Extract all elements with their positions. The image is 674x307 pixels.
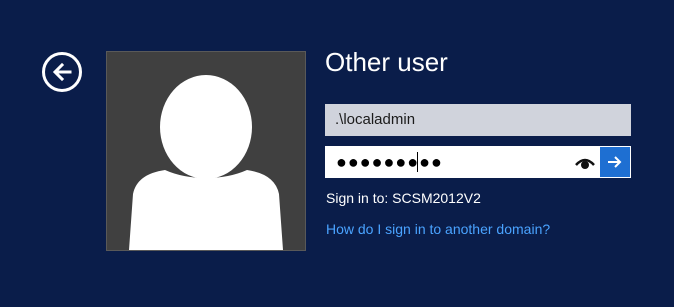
reveal-password-button[interactable] [573,151,597,173]
user-silhouette-icon [129,75,283,250]
back-button[interactable] [42,52,82,92]
right-arrow-icon [608,156,622,168]
text-caret [417,152,418,172]
help-sign-in-domain-link[interactable]: How do I sign in to another domain? [326,221,550,237]
password-field[interactable] [326,147,566,177]
submit-button[interactable] [600,147,630,177]
sign-in-target-text: Sign in to: SCSM2012V2 [326,190,481,206]
user-avatar-tile [106,51,306,251]
eye-icon [575,158,595,169]
password-field-container [325,146,631,178]
selected-user-title: Other user [325,47,448,77]
username-field[interactable] [325,104,631,136]
back-arrow-icon [52,62,72,82]
